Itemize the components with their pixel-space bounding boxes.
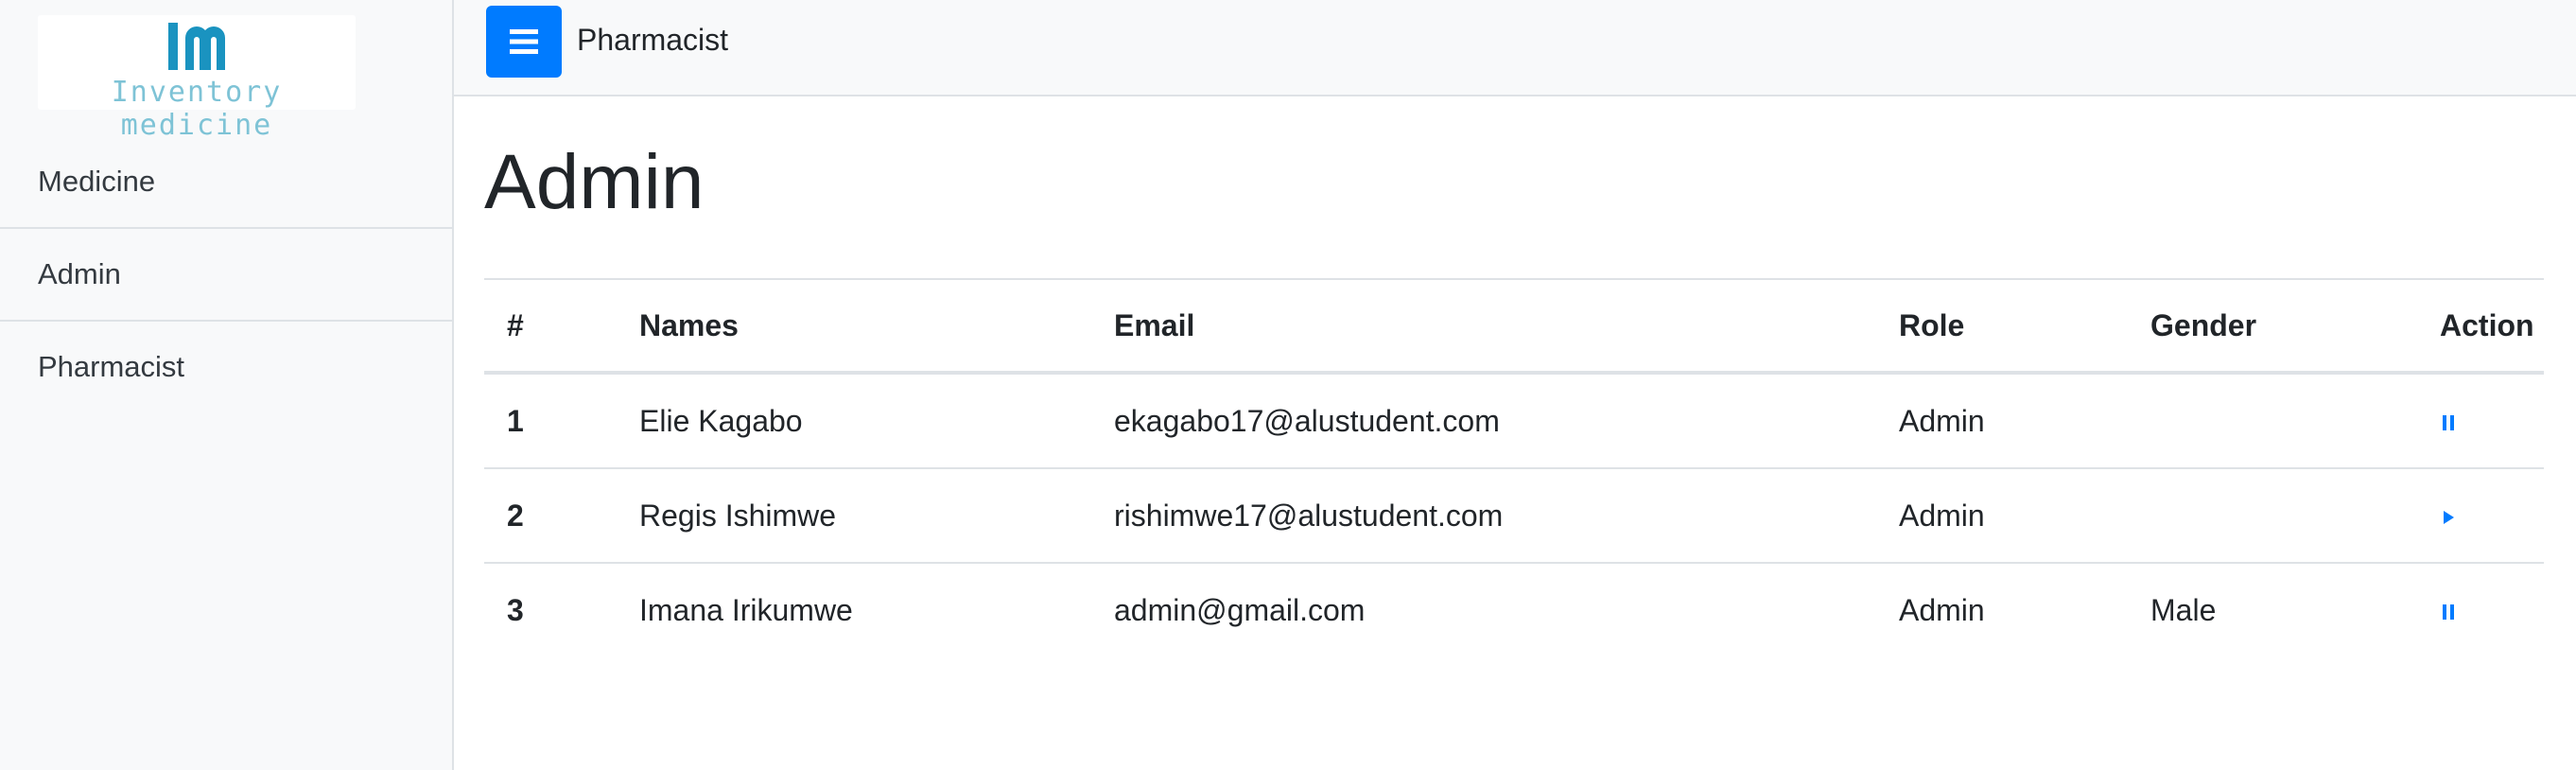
row-role: Admin: [1876, 467, 2128, 563]
row-names: Imana Irikumwe: [617, 562, 1091, 656]
sidebar-item-admin[interactable]: Admin: [0, 229, 452, 322]
page-title: Admin: [484, 139, 705, 225]
hamburger-menu-icon: [510, 29, 538, 54]
logo-text: Inventory medicine: [111, 76, 283, 142]
top-navbar: Pharmacist: [454, 0, 2576, 96]
sidebar-item-pharmacist[interactable]: Pharmacist: [0, 322, 452, 414]
column-header-action: Action: [2417, 278, 2544, 375]
row-gender: [2128, 467, 2417, 563]
table-header-row: # Names Email Role Gender Action: [484, 278, 2544, 375]
app-logo[interactable]: Inventory medicine: [38, 15, 356, 142]
row-index: 2: [484, 467, 617, 563]
row-email: rishimwe17@alustudent.com: [1091, 467, 1876, 563]
play-icon[interactable]: [2440, 499, 2455, 534]
im-monogram-logo-icon: [168, 23, 225, 70]
table-row: 1 Elie Kagabo ekagabo17@alustudent.com A…: [484, 372, 2544, 468]
row-action: [2417, 372, 2544, 468]
table-row: 3 Imana Irikumwe admin@gmail.com Admin M…: [484, 562, 2544, 656]
column-header-index: #: [484, 278, 617, 375]
row-email: ekagabo17@alustudent.com: [1091, 372, 1876, 468]
pause-icon[interactable]: [2440, 404, 2455, 439]
sidebar-item-medicine[interactable]: Medicine: [0, 136, 452, 229]
column-header-gender: Gender: [2128, 278, 2417, 375]
admins-table: # Names Email Role Gender Action 1 Elie …: [484, 278, 2544, 656]
row-names: Elie Kagabo: [617, 372, 1091, 468]
sidebar-toggle-button[interactable]: [486, 6, 562, 78]
column-header-email: Email: [1091, 278, 1876, 375]
row-role: Admin: [1876, 562, 2128, 656]
table-row: 2 Regis Ishimwe rishimwe17@alustudent.co…: [484, 467, 2544, 563]
row-action: [2417, 467, 2544, 563]
column-header-names: Names: [617, 278, 1091, 375]
row-gender: Male: [2128, 562, 2417, 656]
pause-icon[interactable]: [2440, 593, 2455, 628]
column-header-role: Role: [1876, 278, 2128, 375]
sidebar: Inventory medicine Medicine Admin Pharma…: [0, 0, 454, 770]
row-index: 3: [484, 562, 617, 656]
topbar-title[interactable]: Pharmacist: [577, 23, 728, 58]
row-action: [2417, 562, 2544, 656]
row-index: 1: [484, 372, 617, 468]
row-role: Admin: [1876, 372, 2128, 468]
row-email: admin@gmail.com: [1091, 562, 1876, 656]
row-names: Regis Ishimwe: [617, 467, 1091, 563]
row-gender: [2128, 372, 2417, 468]
